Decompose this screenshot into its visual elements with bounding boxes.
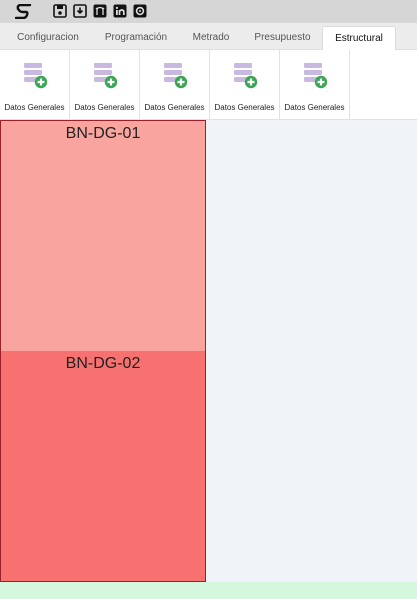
tab-presupuesto[interactable]: Presupuesto [245, 26, 320, 50]
panel-bn-dg-02[interactable]: BN-DG-02 [1, 351, 205, 581]
status-bar [0, 582, 417, 599]
linkedin-icon[interactable] [113, 4, 127, 18]
database-add-icon [24, 63, 48, 89]
save-icon[interactable] [53, 4, 67, 18]
logo-icon[interactable] [15, 4, 33, 19]
button-label: Datos Generales [214, 103, 275, 112]
button-label: Datos Generales [4, 103, 65, 112]
github-icon[interactable] [93, 4, 107, 18]
profile-icon[interactable] [133, 4, 147, 18]
datos-generales-button[interactable]: Datos Generales [70, 50, 140, 120]
tab-estructural[interactable]: Estructural [322, 26, 396, 50]
panel-title: BN-DG-02 [65, 355, 141, 372]
download-icon[interactable] [73, 4, 87, 18]
database-add-icon [164, 63, 188, 89]
datos-generales-button[interactable]: Datos Generales [0, 50, 70, 120]
button-label: Datos Generales [74, 103, 135, 112]
panel-bn-dg-01[interactable]: BN-DG-01 [1, 121, 205, 351]
database-add-icon [304, 63, 328, 89]
datos-generales-button[interactable]: Datos Generales [280, 50, 350, 120]
button-label: Datos Generales [144, 103, 205, 112]
top-toolbar [0, 0, 417, 23]
button-label: Datos Generales [284, 103, 345, 112]
tab-metrado[interactable]: Metrado [182, 26, 240, 50]
database-add-icon [234, 63, 258, 89]
tab-programacion[interactable]: Programación [93, 26, 179, 50]
panel-container: BN-DG-01 BN-DG-02 [0, 120, 206, 582]
ribbon: Datos Generales Datos Generales Datos Ge… [0, 50, 417, 120]
tab-configuracion[interactable]: Configuracion [6, 26, 90, 50]
tab-bar: Configuracion Programación Metrado Presu… [0, 23, 417, 50]
datos-generales-button[interactable]: Datos Generales [140, 50, 210, 120]
panel-title: BN-DG-01 [65, 125, 141, 142]
datos-generales-button[interactable]: Datos Generales [210, 50, 280, 120]
database-add-icon [94, 63, 118, 89]
